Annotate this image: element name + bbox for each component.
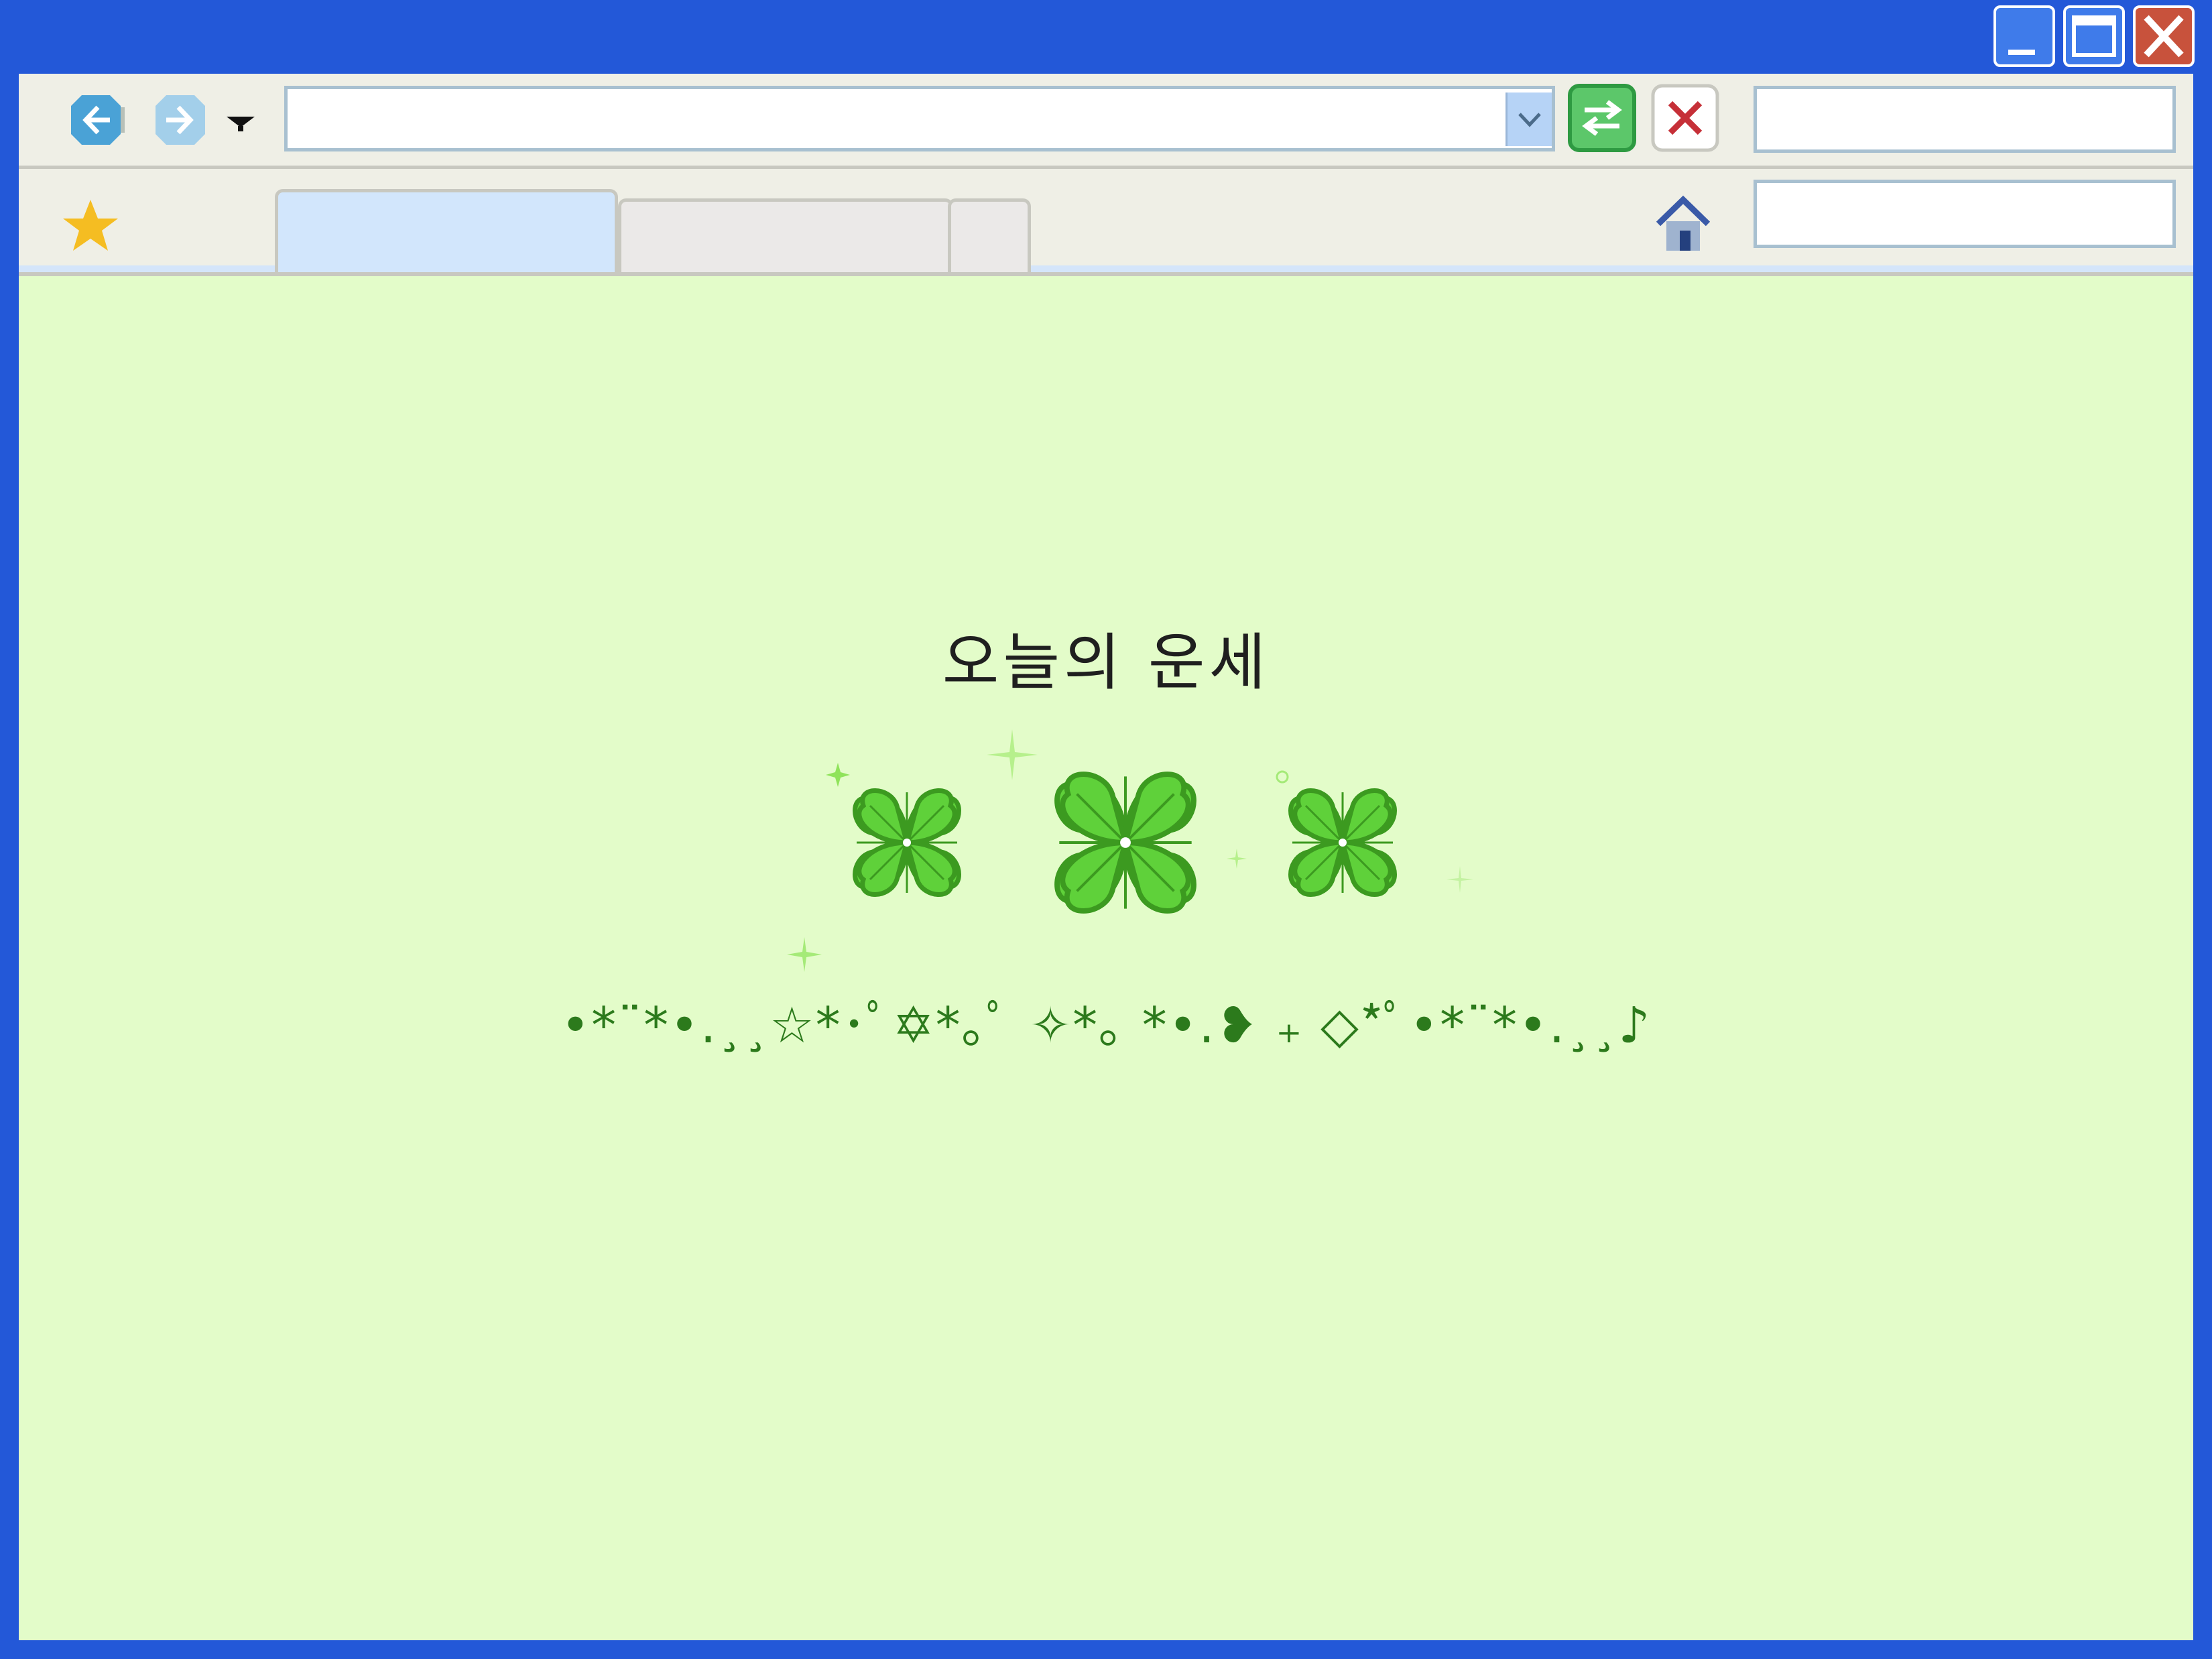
sparkle-icon: [987, 729, 1038, 780]
bookmark-search-input[interactable]: [1754, 180, 2176, 248]
home-icon[interactable]: [1652, 193, 1715, 256]
clover-icon: [853, 788, 961, 897]
clover-icon: [1054, 772, 1196, 914]
maximize-button[interactable]: [2063, 5, 2125, 67]
chevron-down-icon: [1518, 113, 1541, 127]
clover-illustration: [689, 708, 1493, 972]
clover-icon: [1288, 788, 1397, 897]
sparkle-icon: [1447, 866, 1473, 893]
star-icon[interactable]: [60, 196, 121, 256]
decorative-text: •*¨*•.¸¸☆*･ﾟ✡*｡ﾟ ✧*｡ *•.❥ ₊ ◇*ﾟ•*¨*•.¸¸♪: [560, 997, 1652, 1054]
window-controls: [1993, 5, 2195, 67]
refresh-button[interactable]: [1567, 83, 1637, 153]
tab-active[interactable]: [275, 189, 618, 272]
new-tab-button[interactable]: [948, 198, 1031, 272]
history-dropdown-icon[interactable]: [225, 114, 256, 133]
browser-window: 오늘의 운세 •*¨*•.¸¸☆*･ﾟ✡*｡ﾟ ✧*｡ *•.❥ ₊ ◇*ﾟ•*…: [19, 74, 2193, 1640]
tab-inactive[interactable]: [618, 198, 953, 272]
page-title: 오늘의 운세: [942, 627, 1270, 698]
close-icon: [2144, 15, 2184, 58]
close-window-button[interactable]: [2133, 5, 2195, 67]
forward-button[interactable]: [151, 91, 209, 149]
search-input[interactable]: [1754, 86, 2176, 153]
stop-button[interactable]: [1650, 83, 1720, 153]
navigation-toolbar: [19, 74, 2193, 169]
sparkle-icon: [787, 937, 822, 972]
page-content: 오늘의 운세 •*¨*•.¸¸☆*･ﾟ✡*｡ﾟ ✧*｡ *•.❥ ₊ ◇*ﾟ•*…: [19, 279, 2193, 1640]
minimize-icon: [2008, 50, 2035, 55]
address-bar[interactable]: [284, 86, 1555, 151]
back-button[interactable]: [67, 91, 125, 149]
tab-bar: [19, 169, 2193, 276]
sparkle-icon: [1227, 849, 1247, 869]
minimize-button[interactable]: [1993, 5, 2055, 67]
maximize-icon: [2072, 15, 2116, 57]
address-dropdown-button[interactable]: [1506, 93, 1552, 146]
